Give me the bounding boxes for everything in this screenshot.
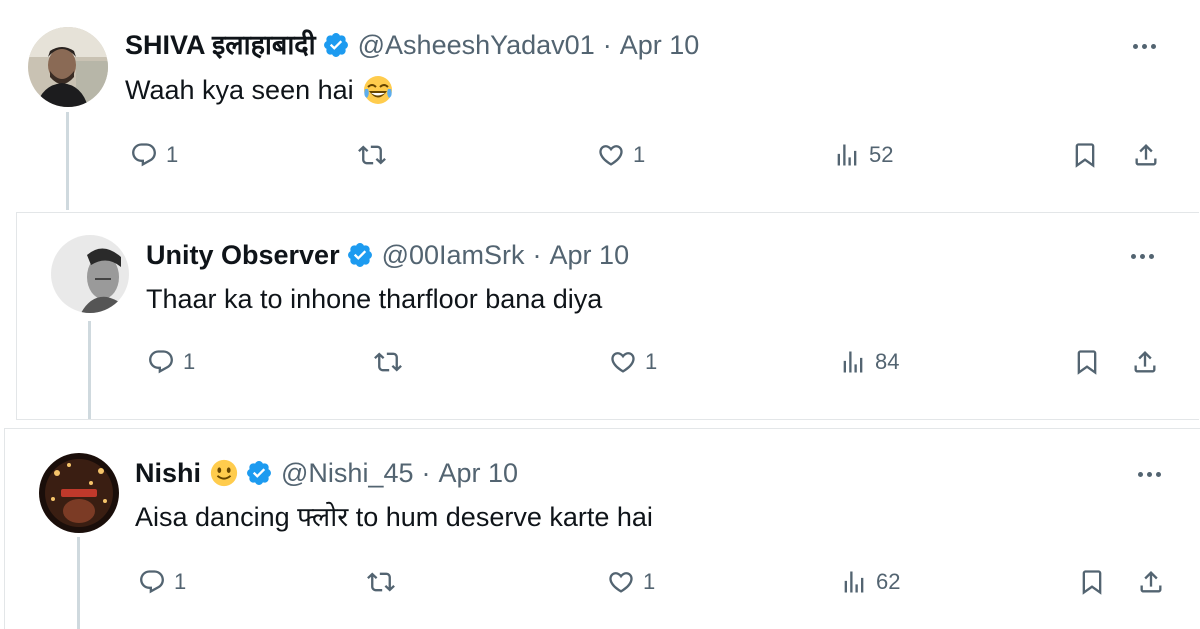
tweet-text-content: Aisa dancing फ्लोर to hum deserve karte … <box>135 502 653 532</box>
reply-count: 1 <box>174 569 187 594</box>
views-count: 62 <box>876 569 901 594</box>
bookmark-button[interactable] <box>1073 342 1101 382</box>
retweet-icon <box>367 572 395 592</box>
bookmark-icon <box>1075 143 1095 168</box>
views-count: 84 <box>875 349 900 374</box>
tweet-text: Waah kya seen hai <box>125 74 394 106</box>
reply-button[interactable]: 1 <box>138 562 186 602</box>
reply-icon <box>149 350 173 374</box>
views-icon <box>837 144 857 166</box>
like-icon <box>609 572 633 593</box>
bookmark-icon <box>1082 570 1102 595</box>
bookmark-button[interactable] <box>1071 135 1099 175</box>
views-count: 52 <box>869 142 894 167</box>
reply-button[interactable]: 1 <box>147 342 195 382</box>
reply-icon <box>140 570 164 594</box>
like-count: 1 <box>633 142 646 167</box>
tweet-1[interactable]: SHIVA इलाहाबादी @AsheeshYadav01 · Apr 10… <box>0 0 1200 210</box>
views-button[interactable]: 62 <box>840 562 900 602</box>
views-icon <box>844 571 864 593</box>
separator: · <box>532 240 542 270</box>
views-icon <box>843 351 863 373</box>
views-button[interactable]: 52 <box>833 135 893 175</box>
smiling-face-emoji-icon <box>209 458 239 488</box>
more-icon[interactable] <box>1138 472 1161 477</box>
reply-icon <box>132 143 156 167</box>
retweet-button[interactable] <box>367 562 395 602</box>
verified-badge-icon[interactable] <box>346 241 374 269</box>
avatar-nishi[interactable] <box>39 453 119 533</box>
retweet-button[interactable] <box>358 135 386 175</box>
separator: · <box>602 30 612 60</box>
reply-button[interactable]: 1 <box>130 135 178 175</box>
handle[interactable]: @AsheeshYadav01 <box>358 29 595 61</box>
like-icon <box>599 145 623 166</box>
verified-badge-icon[interactable] <box>245 459 273 487</box>
share-icon <box>1134 351 1156 373</box>
like-count: 1 <box>643 569 656 594</box>
tweet-text-content: Waah kya seen hai <box>125 75 354 105</box>
verified-badge-icon[interactable] <box>322 31 350 59</box>
tweet-3[interactable]: Nishi @Nishi_45 · Apr 10 Aisa dancing फ्… <box>4 428 1200 629</box>
tweet-header: Nishi @Nishi_45 · Apr 10 <box>135 457 518 489</box>
like-button[interactable]: 1 <box>607 562 655 602</box>
laughing-emoji-icon <box>362 74 394 106</box>
like-button[interactable]: 1 <box>609 342 657 382</box>
share-button[interactable] <box>1131 342 1159 382</box>
like-button[interactable]: 1 <box>597 135 645 175</box>
bookmark-button[interactable] <box>1078 562 1106 602</box>
reply-count: 1 <box>183 349 196 374</box>
share-button[interactable] <box>1132 135 1160 175</box>
like-count: 1 <box>645 349 658 374</box>
more-icon[interactable] <box>1133 44 1156 49</box>
action-bar: 1 1 62 <box>5 562 1200 602</box>
more-icon[interactable] <box>1131 254 1154 259</box>
tweet-header: Unity Observer @00IamSrk · Apr 10 <box>146 239 629 271</box>
display-name[interactable]: SHIVA इलाहाबादी <box>125 29 316 61</box>
retweet-icon <box>358 145 386 165</box>
display-name[interactable]: Unity Observer <box>146 239 340 271</box>
like-icon <box>611 352 635 373</box>
bookmark-icon <box>1077 350 1097 375</box>
action-bar: 1 1 52 <box>0 135 1200 175</box>
display-name[interactable]: Nishi <box>135 457 201 489</box>
tweet-date[interactable]: Apr 10 <box>550 239 630 271</box>
action-bar: 1 1 84 <box>17 342 1199 382</box>
tweet-date[interactable]: Apr 10 <box>438 457 518 489</box>
separator: · <box>421 458 431 488</box>
tweet-date[interactable]: Apr 10 <box>620 29 700 61</box>
tweet-text: Thaar ka to inhone tharfloor bana diya <box>146 283 602 315</box>
tweet-text-content: Thaar ka to inhone tharfloor bana diya <box>146 284 603 314</box>
reply-count: 1 <box>166 142 179 167</box>
avatar-unity-observer[interactable] <box>51 235 129 313</box>
tweet-text: Aisa dancing फ्लोर to hum deserve karte … <box>135 501 653 533</box>
share-icon <box>1135 144 1157 166</box>
share-button[interactable] <box>1137 562 1165 602</box>
avatar-shiva[interactable] <box>28 27 108 107</box>
tweet-2[interactable]: Unity Observer @00IamSrk · Apr 10 Thaar … <box>16 212 1199 420</box>
views-button[interactable]: 84 <box>839 342 899 382</box>
handle[interactable]: @00IamSrk <box>382 239 525 271</box>
retweet-icon <box>374 352 402 372</box>
handle[interactable]: @Nishi_45 <box>281 457 413 489</box>
tweet-header: SHIVA इलाहाबादी @AsheeshYadav01 · Apr 10 <box>125 29 699 61</box>
share-icon <box>1140 571 1162 593</box>
retweet-button[interactable] <box>374 342 402 382</box>
